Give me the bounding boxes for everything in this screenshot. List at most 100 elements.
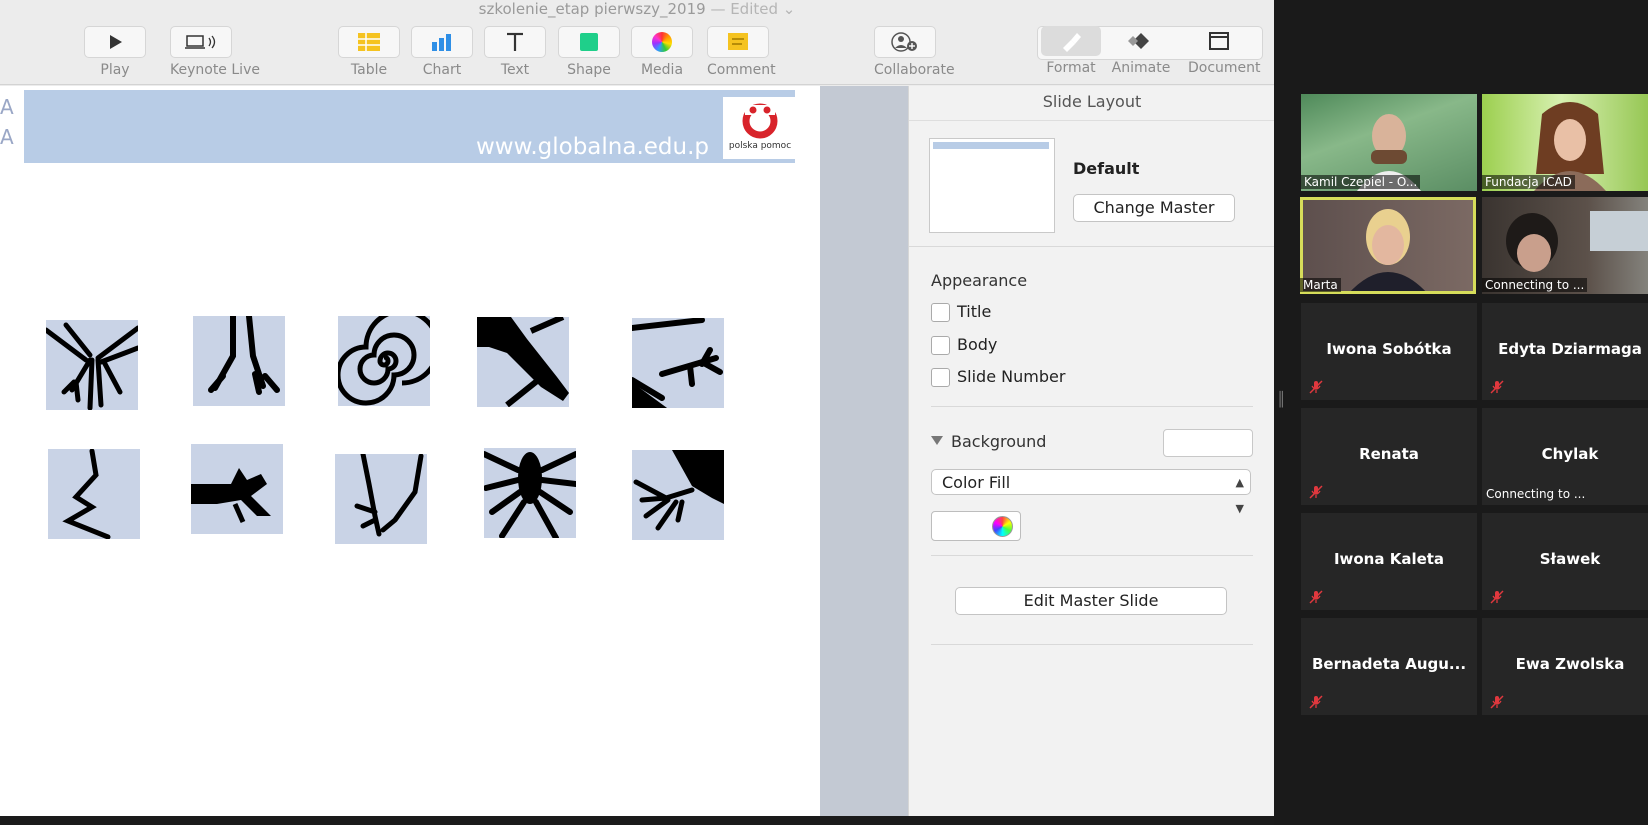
keynote-live-button[interactable]: Keynote Live — [170, 26, 260, 78]
spiral-glyph-icon — [335, 308, 441, 406]
participant-tile-8[interactable]: Chylak Connecting to ... — [1482, 408, 1648, 505]
glyph-image-6[interactable] — [48, 448, 140, 540]
slide-canvas-area[interactable]: AA www.globalna.edu.p polska pomoc — [0, 86, 908, 816]
edited-status[interactable]: — Edited ⌄ — [710, 0, 795, 18]
play-button[interactable]: Play — [84, 26, 146, 78]
slide-number-checkbox[interactable] — [931, 368, 950, 387]
header-url-text[interactable]: www.globalna.edu.p — [476, 134, 709, 160]
participant-tile-3[interactable]: Marta — [1300, 197, 1476, 294]
chart-button[interactable]: Chart — [411, 26, 473, 78]
format-tab[interactable]: Format — [1040, 26, 1102, 76]
background-color-swatch[interactable] — [1163, 429, 1253, 457]
collaborate-button[interactable]: Collaborate — [874, 26, 955, 78]
participant-tile-7[interactable]: Renata — [1301, 408, 1477, 505]
change-master-button[interactable]: Change Master — [1073, 194, 1235, 222]
document-icon — [1209, 32, 1229, 50]
participant-name: Renata — [1359, 445, 1419, 463]
text-label: Text — [500, 62, 530, 78]
figure-glyph-icon — [629, 317, 723, 411]
fill-type-select[interactable]: Color Fill ▲ ▼ — [931, 469, 1251, 515]
mic-muted-icon — [1309, 485, 1323, 499]
title-checkbox-label: Title — [957, 302, 992, 321]
color-well[interactable] — [931, 511, 1021, 541]
glyph-image-9[interactable] — [481, 448, 579, 541]
glyph-image-7[interactable] — [191, 444, 283, 534]
spider-glyph-icon — [481, 451, 579, 541]
keynote-window: szkolenie_etap pierwszy_2019 — Edited ⌄ … — [0, 0, 1274, 816]
appearance-heading: Appearance — [931, 271, 1028, 290]
glyph-image-4[interactable] — [477, 314, 569, 408]
glyph-image-10[interactable] — [632, 450, 724, 540]
collaborate-label: Collaborate — [874, 62, 955, 78]
participant-tile-6[interactable]: Edyta Dziarmaga — [1482, 303, 1648, 400]
participant-tile-12[interactable]: Ewa Zwolska — [1482, 618, 1648, 715]
table-icon — [358, 33, 380, 51]
document-tab[interactable]: Document — [1188, 26, 1261, 76]
table-label: Table — [350, 62, 388, 78]
color-wheel-icon[interactable] — [992, 516, 1013, 537]
document-label: Document — [1188, 60, 1261, 76]
polska-pomoc-logo[interactable]: polska pomoc — [723, 97, 797, 159]
title-checkbox[interactable] — [931, 303, 950, 322]
mic-muted-icon — [1490, 380, 1504, 394]
glyph-image-3[interactable] — [335, 308, 441, 406]
media-button[interactable]: Media — [631, 26, 693, 78]
participant-tile-1[interactable]: Kamil Czepiel - O... — [1301, 94, 1477, 191]
comment-button[interactable]: Comment — [707, 26, 776, 78]
table-button[interactable]: Table — [338, 26, 400, 78]
participant-name: Kamil Czepiel - O... — [1301, 175, 1421, 189]
master-thumbnail-band — [933, 142, 1049, 149]
figure-glyph-icon — [354, 451, 424, 537]
comment-label: Comment — [707, 62, 776, 78]
mic-muted-icon — [1309, 590, 1323, 604]
participant-name: Marta — [1300, 278, 1341, 292]
participant-tile-10[interactable]: Sławek — [1482, 513, 1648, 610]
body-checkbox[interactable] — [931, 336, 950, 355]
participant-tile-4[interactable]: Connecting to ... — [1482, 197, 1648, 294]
collaborate-icon — [891, 32, 917, 52]
participant-tile-5[interactable]: Iwona Sobótka — [1301, 303, 1477, 400]
window-title-bar: szkolenie_etap pierwszy_2019 — Edited ⌄ — [0, 0, 1274, 20]
fill-type-value: Color Fill — [942, 473, 1011, 492]
master-thumbnail[interactable] — [929, 138, 1055, 233]
zigzag-glyph-icon — [62, 448, 111, 540]
chart-icon — [432, 34, 451, 51]
panel-resize-handle[interactable]: ║ — [1277, 392, 1285, 408]
media-label: Media — [640, 62, 684, 78]
edit-master-slide-button[interactable]: Edit Master Slide — [955, 587, 1227, 615]
disclosure-triangle-icon[interactable] — [931, 436, 943, 446]
participant-name: Chylak — [1541, 445, 1599, 463]
glyph-image-8[interactable] — [335, 451, 427, 544]
animate-icon — [1128, 33, 1149, 49]
animate-tab[interactable]: Animate — [1110, 26, 1172, 76]
background-heading[interactable]: Background — [951, 432, 1046, 451]
animate-label: Animate — [1111, 60, 1171, 76]
glyph-image-2[interactable] — [193, 313, 285, 406]
format-inspector: Slide Layout Default Change Master Appea… — [908, 86, 1274, 816]
chart-label: Chart — [422, 62, 462, 78]
slide-number-checkbox-label: Slide Number — [957, 367, 1066, 386]
shape-icon — [580, 33, 598, 51]
text-button[interactable]: Text — [484, 26, 546, 78]
polska-pomoc-logo-icon — [742, 103, 778, 139]
shape-button[interactable]: Shape — [558, 26, 620, 78]
slide-header-band[interactable]: www.globalna.edu.p — [24, 90, 795, 163]
toolbar: Play Keynote Live Table Chart Text Shape… — [0, 20, 1274, 85]
participant-tile-9[interactable]: Iwona Kaleta — [1301, 513, 1477, 610]
inspector-title: Slide Layout — [909, 86, 1274, 121]
participant-status: Connecting to ... — [1482, 278, 1588, 292]
figure-glyph-icon — [191, 468, 271, 524]
participant-name: Iwona Kaleta — [1333, 550, 1445, 568]
participant-tile-2[interactable]: Fundacja ICAD — [1482, 94, 1648, 191]
body-checkbox-label: Body — [957, 335, 998, 354]
figure-glyph-icon — [43, 322, 141, 411]
shape-label: Shape — [567, 62, 611, 78]
slide[interactable]: AA www.globalna.edu.p polska pomoc — [0, 86, 820, 816]
glyph-image-1[interactable] — [43, 320, 141, 411]
figure-glyph-icon — [477, 314, 569, 408]
slide-left-marks: AA — [0, 95, 14, 149]
zoom-gallery-panel: Kamil Czepiel - O... Fundacja ICAD Marta… — [1274, 0, 1648, 825]
participant-tile-11[interactable]: Bernadeta Augu... — [1301, 618, 1477, 715]
mic-muted-icon — [1490, 695, 1504, 709]
glyph-image-5[interactable] — [629, 317, 724, 411]
